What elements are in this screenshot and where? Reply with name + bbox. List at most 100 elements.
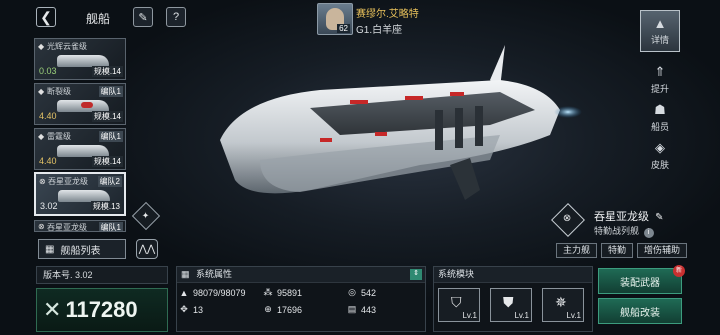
ship-type-icon: ⊗: [39, 177, 46, 186]
ship-card-value: 4.40: [39, 156, 57, 166]
ship-card-value: 3.02: [40, 201, 58, 211]
module-level: Lv.1: [514, 311, 529, 320]
ship-card-name: 断裂级: [47, 87, 71, 96]
rename-icon[interactable]: ✎: [655, 212, 663, 223]
module-slot-2[interactable]: ⛊ Lv.1: [490, 288, 532, 322]
fleet-tag: 编队1: [98, 222, 123, 232]
tab-skin-label: 皮肤: [650, 159, 669, 170]
energy-icon: ◎: [348, 287, 356, 297]
modules-panel: 系统模块 ⛉ Lv.1 ⛊ Lv.1 ✵ Lv.1: [433, 266, 593, 332]
back-button[interactable]: ❮: [36, 7, 56, 27]
ship-class: 特勤战列舰 i: [594, 224, 654, 238]
attributes-panel: ▦ 系统属性 ⇕ ▲ 98079/98079 ⁂ 95891 ◎ 542 ✥ 13 ⊕ 1…: [176, 266, 426, 332]
armor-icon: ⁂: [263, 287, 273, 297]
tab-skin[interactable]: ◈ 皮肤: [640, 134, 680, 176]
info-icon[interactable]: i: [643, 228, 654, 238]
ship-card-2[interactable]: ◆ 雷霆级 编队1 4.40 规模.14: [34, 128, 126, 170]
ship-modify-button[interactable]: 舰船改装: [598, 298, 682, 324]
attributes-grid: ▲ 98079/98079 ⁂ 95891 ◎ 542 ✥ 13 ⊕ 17696 ▤ 443: [177, 283, 425, 315]
tab-details[interactable]: ▲ 详情: [640, 10, 680, 52]
ship-type-icon: ◆: [38, 42, 45, 51]
modules-row: ⛉ Lv.1 ⛊ Lv.1 ✵ Lv.1: [434, 283, 592, 322]
ship-card-scale: 规模.13: [90, 201, 122, 212]
cargo-icon: ▤: [347, 304, 357, 314]
attr-value: 95891: [277, 287, 303, 298]
expand-toggle-icon[interactable]: ⇕: [410, 269, 422, 280]
skin-icon: ◈: [655, 139, 665, 155]
attr-value: 443: [361, 304, 377, 315]
upgrade-icon: ⇑: [654, 63, 666, 79]
grid-icon: ▦: [181, 269, 190, 279]
speed-icon: ✥: [180, 304, 188, 314]
ship-type-icon: ⊗: [38, 222, 45, 231]
attr-armor: ⁂ 95891: [263, 287, 347, 298]
ship-card-name: 吞星亚龙级: [47, 223, 87, 232]
ship-card-3[interactable]: ⊗ 吞星亚龙级 编队2 3.02 规模.13: [34, 172, 126, 216]
attr-energy: ◎ 542: [347, 287, 427, 298]
ship-class-text: 特勤战列舰: [594, 226, 640, 236]
attr-cargo: ▤ 443: [347, 304, 427, 315]
ship-card-value: 4.40: [39, 111, 57, 121]
ship-card-4[interactable]: ⊗ 吞星亚龙级 编队1: [34, 220, 126, 232]
crew-icon: ☗: [654, 101, 666, 117]
module-level: Lv.1: [462, 311, 477, 320]
ship-card-name: 光辉云雀级: [47, 42, 87, 51]
module-level: Lv.1: [566, 311, 581, 320]
fleet-tag: 编队1: [98, 86, 123, 97]
pyramid-icon: ▲: [653, 16, 667, 31]
role-tag: 主力舰: [556, 243, 598, 258]
attr-hull: ▲ 98079/98079: [179, 287, 263, 298]
ship-name: 吞星亚龙级 ✎: [594, 208, 663, 224]
hull-icon: ▲: [179, 287, 189, 298]
fleet-tag: 编队2: [97, 176, 122, 187]
compare-button[interactable]: ⋀⋀: [136, 239, 158, 259]
ship-card-scale: 规模.14: [91, 156, 123, 167]
shield-module-icon: ⛉: [451, 294, 462, 310]
ship-type-icon: ◆: [38, 132, 45, 141]
tab-upgrade-label: 提升: [650, 83, 669, 94]
scan-button[interactable]: ✦: [131, 201, 161, 231]
power-value: 117280: [65, 297, 138, 322]
top-bar: ❮ 舰船 ✎ ? 62 赛缪尔.艾略特 G1.白羊座: [0, 0, 720, 36]
ship-card-scale: 规模.14: [91, 66, 123, 77]
attributes-header: ▦ 系统属性 ⇕: [177, 267, 425, 283]
crossed-circle-icon: ⊗: [562, 212, 572, 224]
ship-name-text: 吞星亚龙级: [594, 211, 649, 223]
ship-illustration: [220, 45, 582, 200]
ship-roles: 主力舰 特勤 增伤辅助: [556, 243, 688, 258]
ship-card-1[interactable]: ◆ 断裂级 编队1 4.40 规模.14: [34, 83, 126, 125]
target-icon: ⊕: [264, 304, 272, 314]
attr-target: ⊕ 17696: [263, 304, 347, 315]
grid-icon: ▦: [45, 243, 55, 255]
ship-thumbnail-accent: [81, 102, 93, 108]
attr-value: 13: [193, 304, 204, 315]
new-badge: 新: [673, 265, 685, 277]
equip-weapons-button[interactable]: 装配武器 新: [598, 265, 685, 294]
power-icon: ✕: [43, 297, 62, 322]
ship-card-value: 0.03: [39, 66, 57, 76]
commander-location: G1.白羊座: [356, 25, 403, 36]
role-tag: 增伤辅助: [637, 243, 688, 258]
ship-list-button-label: 舰船列表: [60, 245, 101, 257]
module-slot-1[interactable]: ⛉ Lv.1: [438, 288, 480, 322]
tab-upgrade[interactable]: ⇑ 提升: [640, 58, 680, 100]
modules-title: 系统模块: [438, 269, 475, 279]
help-button[interactable]: ?: [166, 7, 186, 27]
fleet-tag: 编队1: [98, 131, 123, 142]
broken-shield-module-icon: ⛊: [503, 294, 514, 310]
edit-button[interactable]: ✎: [133, 7, 153, 27]
ship-modify-label: 舰船改装: [620, 307, 660, 319]
ship-list-button[interactable]: ▦ 舰船列表: [38, 239, 126, 259]
power-display: ✕ 117280: [36, 288, 168, 332]
attr-value: 542: [361, 287, 377, 298]
module-slot-3[interactable]: ✵ Lv.1: [542, 288, 584, 322]
ship-card-0[interactable]: ◆ 光辉云雀级 0.03 规模.14: [34, 38, 126, 80]
ship-type-icon: ◆: [38, 87, 45, 96]
tab-crew[interactable]: ☗ 船员: [640, 96, 680, 138]
pen-icon: ✎: [138, 11, 148, 24]
commander-avatar[interactable]: 62: [317, 3, 353, 35]
version-label: 版本号. 3.02: [36, 266, 168, 284]
tab-crew-label: 船员: [650, 121, 669, 132]
ship-card-name: 吞星亚龙级: [48, 177, 88, 186]
attributes-title: 系统属性: [196, 269, 233, 279]
